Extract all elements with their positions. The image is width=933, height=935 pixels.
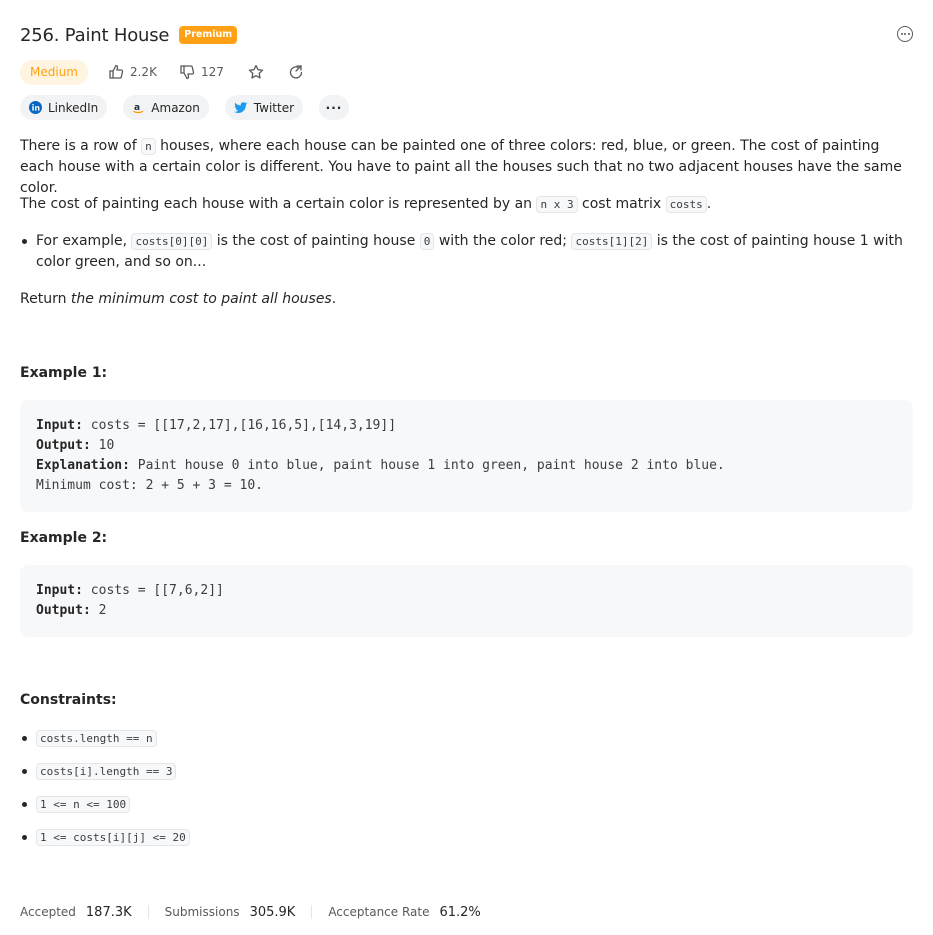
premium-badge: Premium — [179, 26, 238, 44]
problem-title[interactable]: 256. Paint House — [20, 25, 169, 46]
constraints-title: Constraints: — [20, 692, 117, 708]
submissions-value: 305.9K — [249, 904, 296, 920]
list-item: 1 <= n <= 100 — [20, 796, 190, 829]
company-tag-linkedin[interactable]: LinkedIn — [20, 95, 108, 120]
share-icon — [289, 65, 302, 79]
divider — [311, 905, 313, 919]
like-button[interactable]: 2.2K — [108, 64, 157, 80]
more-options-icon[interactable] — [897, 26, 913, 42]
example-1-title: Example 1: — [20, 365, 108, 381]
dislike-button[interactable]: 127 — [179, 64, 224, 80]
list-item: For example, costs[0][0] is the cost of … — [20, 231, 913, 273]
amazon-icon: a — [132, 101, 145, 114]
list-item: costs[i].length == 3 — [20, 763, 190, 796]
acceptance-rate-value: 61.2% — [439, 904, 481, 920]
more-companies-button[interactable]: ··· — [319, 95, 350, 120]
list-item: costs.length == n — [20, 730, 190, 763]
company-name: Twitter — [253, 100, 295, 115]
submission-stats: Accepted 187.3K Submissions 305.9K Accep… — [20, 902, 481, 922]
description-paragraph-2: The cost of painting each house with a c… — [20, 196, 712, 213]
divider — [147, 905, 149, 919]
inline-code: 0 — [419, 233, 435, 250]
linkedin-icon — [29, 101, 42, 114]
example-1-block: Input: costs = [[17,2,17],[16,16,5],[14,… — [20, 400, 913, 512]
accepted-label: Accepted — [20, 905, 76, 919]
company-tag-amazon[interactable]: a Amazon — [123, 95, 209, 120]
example-2-block: Input: costs = [[7,6,2]] Output: 2 — [20, 565, 913, 637]
twitter-icon — [233, 101, 248, 114]
inline-code: costs[1][2] — [571, 233, 653, 250]
favorite-button[interactable] — [248, 64, 264, 80]
description-paragraph-1: There is a row of n houses, where each h… — [20, 138, 902, 196]
example-2-title: Example 2: — [20, 530, 108, 546]
constraints-list: costs.length == n costs[i].length == 3 1… — [20, 730, 190, 862]
meta-row: Medium 2.2K 127 — [20, 59, 304, 85]
star-icon — [248, 64, 263, 79]
like-count: 2.2K — [129, 65, 157, 79]
difficulty-badge: Medium — [20, 59, 88, 85]
share-button[interactable] — [288, 64, 304, 80]
submissions-label: Submissions — [164, 905, 240, 919]
company-name: LinkedIn — [48, 100, 99, 115]
inline-code: costs[0][0] — [131, 233, 213, 250]
company-name: Amazon — [151, 100, 200, 115]
list-item: 1 <= costs[i][j] <= 20 — [20, 829, 190, 862]
inline-code: costs — [665, 196, 707, 213]
inline-code: n x 3 — [536, 196, 578, 213]
acceptance-rate-label: Acceptance Rate — [328, 905, 430, 919]
dislike-count: 127 — [200, 65, 224, 79]
description-bullets: For example, costs[0][0] is the cost of … — [20, 231, 913, 273]
company-tag-twitter[interactable]: Twitter — [224, 95, 304, 120]
inline-code: n — [141, 138, 156, 155]
title-row: 256. Paint House Premium — [20, 22, 913, 48]
accepted-value: 187.3K — [85, 904, 132, 920]
thumbs-up-icon — [109, 64, 124, 79]
thumbs-down-icon — [180, 65, 195, 80]
company-tags: LinkedIn a Amazon Twitter ··· — [20, 95, 365, 120]
description-return: Return the minimum cost to paint all hou… — [20, 291, 337, 307]
